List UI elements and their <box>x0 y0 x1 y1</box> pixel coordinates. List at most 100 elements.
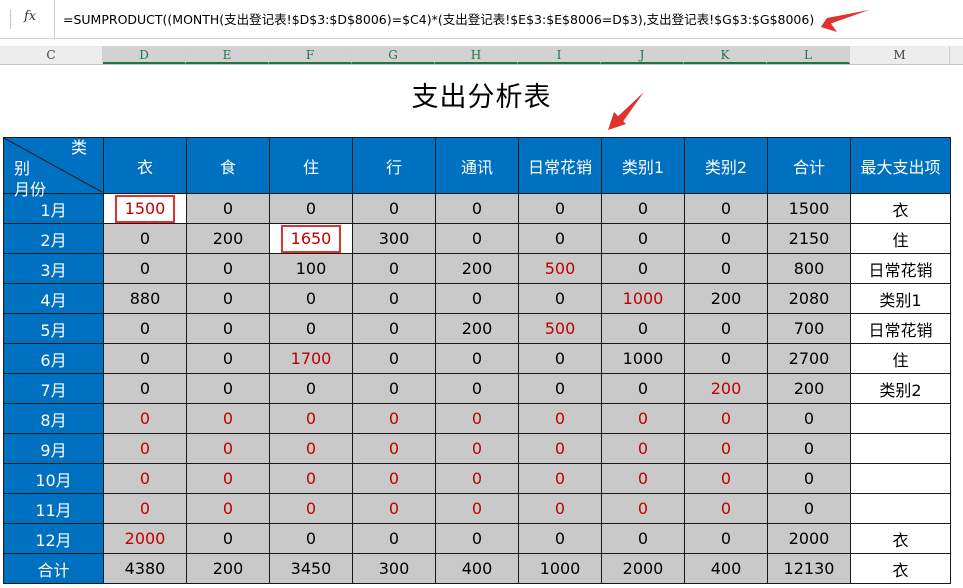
value-cell[interactable]: 0 <box>601 463 685 494</box>
value-cell[interactable]: 500 <box>518 253 602 284</box>
value-cell[interactable]: 0 <box>435 433 519 464</box>
value-cell[interactable]: 0 <box>684 523 768 554</box>
max-expense-cell[interactable]: 类别2 <box>850 373 951 404</box>
value-cell[interactable]: 0 <box>435 523 519 554</box>
column-header-f[interactable]: F <box>269 46 352 64</box>
total-cell[interactable]: 800 <box>767 253 851 284</box>
value-cell[interactable]: 0 <box>186 493 270 524</box>
column-header-k[interactable]: K <box>684 46 767 64</box>
column-header-m[interactable]: M <box>850 46 950 64</box>
max-expense-cell[interactable] <box>850 493 951 524</box>
value-cell[interactable]: 0 <box>186 403 270 434</box>
value-cell[interactable]: 0 <box>684 313 768 344</box>
value-cell[interactable]: 0 <box>518 373 602 404</box>
value-cell[interactable]: 200 <box>186 553 270 584</box>
value-cell[interactable]: 0 <box>435 283 519 314</box>
value-cell[interactable]: 1000 <box>601 343 685 374</box>
value-cell[interactable]: 400 <box>435 553 519 584</box>
value-cell[interactable]: 0 <box>103 403 187 434</box>
total-cell[interactable]: 700 <box>767 313 851 344</box>
value-cell[interactable]: 1500 <box>103 193 187 224</box>
month-cell[interactable]: 11月 <box>3 493 104 524</box>
value-cell[interactable]: 0 <box>435 343 519 374</box>
max-expense-cell[interactable] <box>850 403 951 434</box>
corner-header-cell[interactable]: 类 别 月份 <box>3 137 104 199</box>
value-cell[interactable]: 0 <box>601 223 685 254</box>
value-cell[interactable]: 0 <box>103 223 187 254</box>
value-cell[interactable]: 1700 <box>269 343 353 374</box>
total-cell[interactable]: 0 <box>767 493 851 524</box>
month-cell[interactable]: 8月 <box>3 403 104 434</box>
header-cell[interactable]: 住 <box>269 137 353 194</box>
month-cell[interactable]: 10月 <box>3 463 104 494</box>
header-cell[interactable]: 类别2 <box>684 137 768 194</box>
value-cell[interactable]: 0 <box>435 373 519 404</box>
max-expense-cell[interactable]: 住 <box>850 223 951 254</box>
value-cell[interactable]: 0 <box>103 343 187 374</box>
month-cell[interactable]: 合计 <box>3 553 104 584</box>
value-cell[interactable]: 200 <box>684 373 768 404</box>
value-cell[interactable]: 0 <box>103 313 187 344</box>
formula-input[interactable]: =SUMPRODUCT((MONTH(支出登记表!$D$3:$D$8006)=$… <box>63 9 814 28</box>
value-cell[interactable]: 0 <box>352 493 436 524</box>
value-cell[interactable]: 0 <box>269 313 353 344</box>
value-cell[interactable]: 200 <box>435 253 519 284</box>
value-cell[interactable]: 300 <box>352 553 436 584</box>
value-cell[interactable]: 0 <box>518 283 602 314</box>
value-cell[interactable]: 0 <box>601 253 685 284</box>
total-cell[interactable]: 0 <box>767 433 851 464</box>
header-cell[interactable]: 通讯 <box>435 137 519 194</box>
month-cell[interactable]: 7月 <box>3 373 104 404</box>
total-cell[interactable]: 2000 <box>767 523 851 554</box>
month-cell[interactable]: 6月 <box>3 343 104 374</box>
value-cell[interactable]: 0 <box>684 193 768 224</box>
value-cell[interactable]: 0 <box>352 193 436 224</box>
total-cell[interactable]: 12130 <box>767 553 851 584</box>
max-expense-cell[interactable]: 日常花销 <box>850 313 951 344</box>
value-cell[interactable]: 0 <box>352 433 436 464</box>
value-cell[interactable]: 0 <box>352 463 436 494</box>
value-cell[interactable]: 0 <box>269 403 353 434</box>
total-cell[interactable]: 0 <box>767 403 851 434</box>
value-cell[interactable]: 0 <box>435 223 519 254</box>
value-cell[interactable]: 0 <box>352 343 436 374</box>
value-cell[interactable]: 0 <box>601 403 685 434</box>
value-cell[interactable]: 200 <box>684 283 768 314</box>
value-cell[interactable]: 0 <box>269 463 353 494</box>
value-cell[interactable]: 0 <box>601 433 685 464</box>
header-cell[interactable]: 合计 <box>767 137 851 194</box>
total-cell[interactable]: 1500 <box>767 193 851 224</box>
value-cell[interactable]: 0 <box>269 373 353 404</box>
value-cell[interactable]: 0 <box>518 193 602 224</box>
value-cell[interactable]: 0 <box>269 193 353 224</box>
max-expense-cell[interactable]: 类别1 <box>850 283 951 314</box>
max-expense-cell[interactable] <box>850 463 951 494</box>
max-expense-cell[interactable]: 衣 <box>850 193 951 224</box>
value-cell[interactable]: 200 <box>186 223 270 254</box>
value-cell[interactable]: 0 <box>186 523 270 554</box>
value-cell[interactable]: 0 <box>186 283 270 314</box>
value-cell[interactable]: 0 <box>518 493 602 524</box>
value-cell[interactable]: 880 <box>103 283 187 314</box>
value-cell[interactable]: 0 <box>435 463 519 494</box>
header-cell[interactable]: 日常花销 <box>518 137 602 194</box>
value-cell[interactable]: 0 <box>103 433 187 464</box>
header-cell[interactable]: 衣 <box>103 137 187 194</box>
value-cell[interactable]: 0 <box>352 373 436 404</box>
value-cell[interactable]: 500 <box>518 313 602 344</box>
value-cell[interactable]: 0 <box>684 433 768 464</box>
value-cell[interactable]: 200 <box>435 313 519 344</box>
value-cell[interactable]: 0 <box>601 493 685 524</box>
value-cell[interactable]: 0 <box>684 343 768 374</box>
column-header-i[interactable]: I <box>518 46 601 64</box>
value-cell[interactable]: 1650 <box>269 223 353 254</box>
header-cell[interactable]: 最大支出项 <box>850 137 951 194</box>
column-header-h[interactable]: H <box>435 46 518 64</box>
column-header-d[interactable]: D <box>103 46 186 64</box>
total-cell[interactable]: 0 <box>767 463 851 494</box>
value-cell[interactable]: 0 <box>684 463 768 494</box>
column-header-l[interactable]: L <box>767 46 850 64</box>
value-cell[interactable]: 0 <box>684 253 768 284</box>
value-cell[interactable]: 0 <box>186 373 270 404</box>
max-expense-cell[interactable]: 住 <box>850 343 951 374</box>
